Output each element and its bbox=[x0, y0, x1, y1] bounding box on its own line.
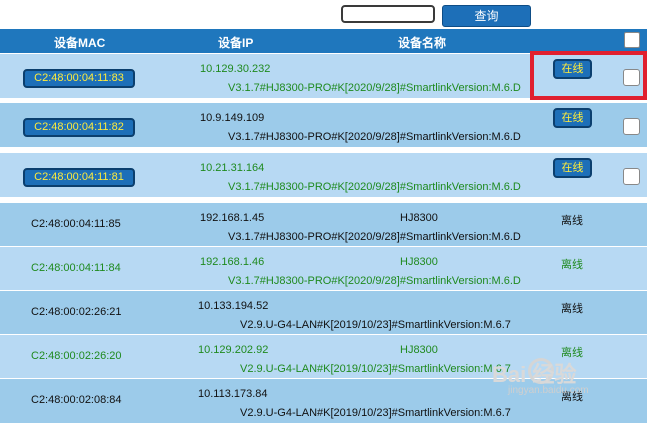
mac-button[interactable]: C2:48:00:04:11:82 bbox=[23, 118, 135, 137]
row-checkbox[interactable] bbox=[623, 118, 640, 135]
ip-cell: 10.21.31.164 bbox=[200, 162, 265, 174]
ip-cell: 192.168.1.46 bbox=[200, 256, 265, 268]
name-cell: HJ8300 bbox=[400, 256, 438, 268]
mac-cell: C2:48:00:04:11:84 bbox=[31, 262, 121, 274]
mac-cell: C2:48:00:02:26:20 bbox=[31, 350, 122, 362]
header-name: 设备名称 bbox=[398, 36, 447, 50]
table-header: 设备MAC 设备IP 设备名称 bbox=[0, 29, 647, 53]
table-row: C2:48:00:02:26:21 10.133.194.52 V2.9.U-G… bbox=[0, 290, 647, 335]
mac-cell: C2:48:00:02:08:84 bbox=[31, 394, 122, 406]
table-row: C2:48:00:04:11:82 10.9.149.109 V3.1.7#HJ… bbox=[0, 102, 647, 147]
version-cell: V3.1.7#HJ8300-PRO#K[2020/9/28]#Smartlink… bbox=[228, 275, 521, 287]
select-all-checkbox[interactable] bbox=[624, 32, 640, 48]
table-row: C2:48:00:04:11:85 192.168.1.45 HJ8300 V3… bbox=[0, 202, 647, 247]
version-cell: V3.1.7#HJ8300-PRO#K[2020/9/28]#Smartlink… bbox=[228, 231, 521, 243]
version-cell: V2.9.U-G4-LAN#K[2019/10/23]#SmartlinkVer… bbox=[240, 363, 511, 375]
ip-cell: 10.133.194.52 bbox=[198, 300, 269, 312]
online-status-button[interactable]: 在线 bbox=[553, 158, 592, 178]
table-row: C2:48:00:04:11:83 10.129.30.232 V3.1.7#H… bbox=[0, 53, 647, 98]
mac-button[interactable]: C2:48:00:04:11:81 bbox=[23, 168, 135, 187]
version-cell: V3.1.7#HJ8300-PRO#K[2020/9/28]#Smartlink… bbox=[228, 131, 521, 143]
version-cell: V3.1.7#HJ8300-PRO#K[2020/9/28]#Smartlink… bbox=[228, 82, 521, 94]
toolbar: 查询 bbox=[0, 0, 647, 29]
row-checkbox[interactable] bbox=[623, 168, 640, 185]
header-ip: 设备IP bbox=[218, 36, 254, 50]
status-text: 离线 bbox=[561, 303, 583, 315]
search-button[interactable]: 查询 bbox=[442, 5, 531, 27]
mac-cell: C2:48:00:02:26:21 bbox=[31, 306, 122, 318]
online-status-button[interactable]: 在线 bbox=[553, 108, 592, 128]
mac-button[interactable]: C2:48:00:04:11:83 bbox=[23, 69, 135, 88]
table-row: C2:48:00:04:11:81 10.21.31.164 V3.1.7#HJ… bbox=[0, 152, 647, 197]
ip-cell: 192.168.1.45 bbox=[200, 212, 265, 224]
ip-cell: 10.9.149.109 bbox=[200, 112, 265, 124]
version-cell: V2.9.U-G4-LAN#K[2019/10/23]#SmartlinkVer… bbox=[240, 319, 511, 331]
version-cell: V3.1.7#HJ8300-PRO#K[2020/9/28]#Smartlink… bbox=[228, 181, 521, 193]
mac-cell: C2:48:00:04:11:85 bbox=[31, 218, 121, 230]
header-mac: 设备MAC bbox=[54, 36, 106, 50]
status-text: 离线 bbox=[561, 215, 583, 227]
version-cell: V2.9.U-G4-LAN#K[2019/10/23]#SmartlinkVer… bbox=[240, 407, 511, 419]
name-cell: HJ8300 bbox=[400, 344, 438, 356]
ip-cell: 10.113.173.84 bbox=[198, 388, 268, 400]
watermark-url: jingyan.baidu.com bbox=[508, 385, 589, 396]
ip-cell: 10.129.30.232 bbox=[200, 63, 271, 75]
status-text: 离线 bbox=[561, 259, 583, 271]
table-row: C2:48:00:04:11:84 192.168.1.46 HJ8300 V3… bbox=[0, 246, 647, 291]
row-checkbox[interactable] bbox=[623, 69, 640, 86]
online-status-button[interactable]: 在线 bbox=[553, 59, 592, 79]
ip-cell: 10.129.202.92 bbox=[198, 344, 269, 356]
name-cell: HJ8300 bbox=[400, 212, 438, 224]
search-input[interactable] bbox=[341, 5, 435, 23]
